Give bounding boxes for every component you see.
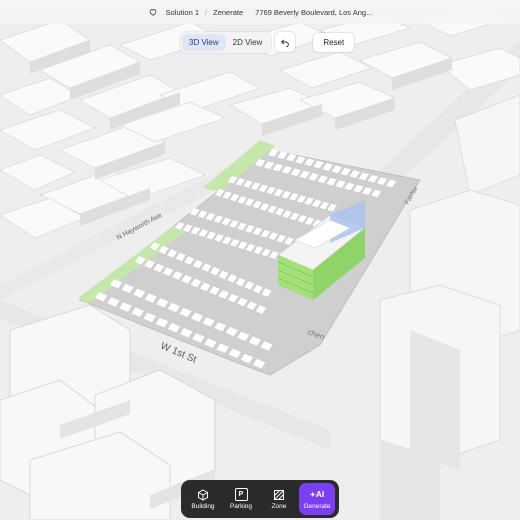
tool-zone-label: Zone xyxy=(271,502,287,510)
map-3d-view[interactable]: N Hayworth Ave W 1st St Fairfax chen xyxy=(0,0,520,520)
view-controls: 3D View 2D View Reset xyxy=(180,31,355,53)
hatch-square-icon xyxy=(274,489,284,500)
breadcrumb-separator: / xyxy=(205,7,208,17)
undo-button[interactable] xyxy=(275,32,296,52)
undo-icon xyxy=(281,39,290,47)
reset-button[interactable]: Reset xyxy=(313,32,355,52)
parking-icon: P xyxy=(234,488,248,501)
tool-parking[interactable]: P Parking xyxy=(223,483,259,515)
heart-icon[interactable] xyxy=(148,7,158,17)
section-name[interactable]: Zenerate xyxy=(213,8,243,17)
bottom-toolbar: Building P Parking Zone ✦AI Generate xyxy=(181,480,339,518)
tool-generate-label: Generate xyxy=(303,502,331,510)
ai-badge: AI xyxy=(315,488,325,499)
cube-icon xyxy=(198,488,208,501)
tool-building-label: Building xyxy=(191,502,215,510)
project-name[interactable]: Solution 1 xyxy=(166,8,199,17)
project-header: Solution 1 / Zenerate 7769 Beverly Boule… xyxy=(0,0,520,24)
address-text: 7769 Beverly Boulevard, Los Ang... xyxy=(255,7,373,17)
tool-zone[interactable]: Zone xyxy=(261,483,297,515)
tool-building[interactable]: Building xyxy=(185,483,221,515)
view-toggle: 3D View 2D View xyxy=(180,31,272,53)
tool-generate[interactable]: ✦AI Generate xyxy=(299,483,335,515)
view-3d-button[interactable]: 3D View xyxy=(182,33,226,51)
ai-sparkle-icon: ✦AI xyxy=(309,488,325,499)
view-2d-button[interactable]: 2D View xyxy=(226,34,270,51)
tool-parking-label: Parking xyxy=(229,503,253,510)
